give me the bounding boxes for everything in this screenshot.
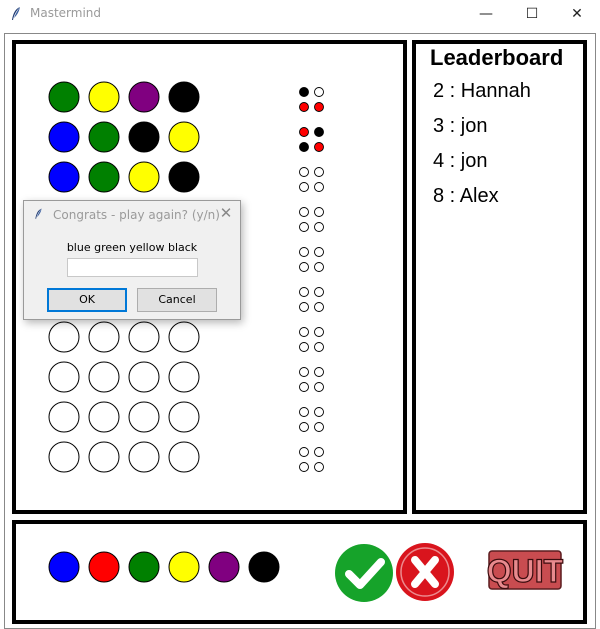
play-again-dialog: Congrats - play again? (y/n) ✕ blue gree… [23, 200, 241, 320]
check-button[interactable] [335, 544, 393, 602]
palette-color-peg[interactable] [128, 551, 160, 583]
palette-color-peg[interactable] [48, 551, 80, 583]
palette-color-peg[interactable] [168, 551, 200, 583]
check-icon [335, 544, 393, 602]
palette-color-peg[interactable] [88, 551, 120, 583]
answer-input[interactable] [67, 258, 198, 277]
feather-icon [35, 208, 42, 219]
dialog-message: blue green yellow black [66, 241, 198, 254]
ok-button[interactable]: OK [47, 288, 127, 312]
clear-button[interactable] [396, 543, 454, 601]
quit-label: QUIT [487, 553, 564, 589]
quit-button[interactable]: QUIT [486, 550, 564, 590]
cancel-button[interactable]: Cancel [137, 288, 217, 312]
palette-color-peg[interactable] [208, 551, 240, 583]
dialog-close-button[interactable]: ✕ [216, 203, 236, 223]
palette-color-peg[interactable] [248, 551, 280, 583]
dialog-title: Congrats - play again? (y/n) [53, 208, 220, 222]
